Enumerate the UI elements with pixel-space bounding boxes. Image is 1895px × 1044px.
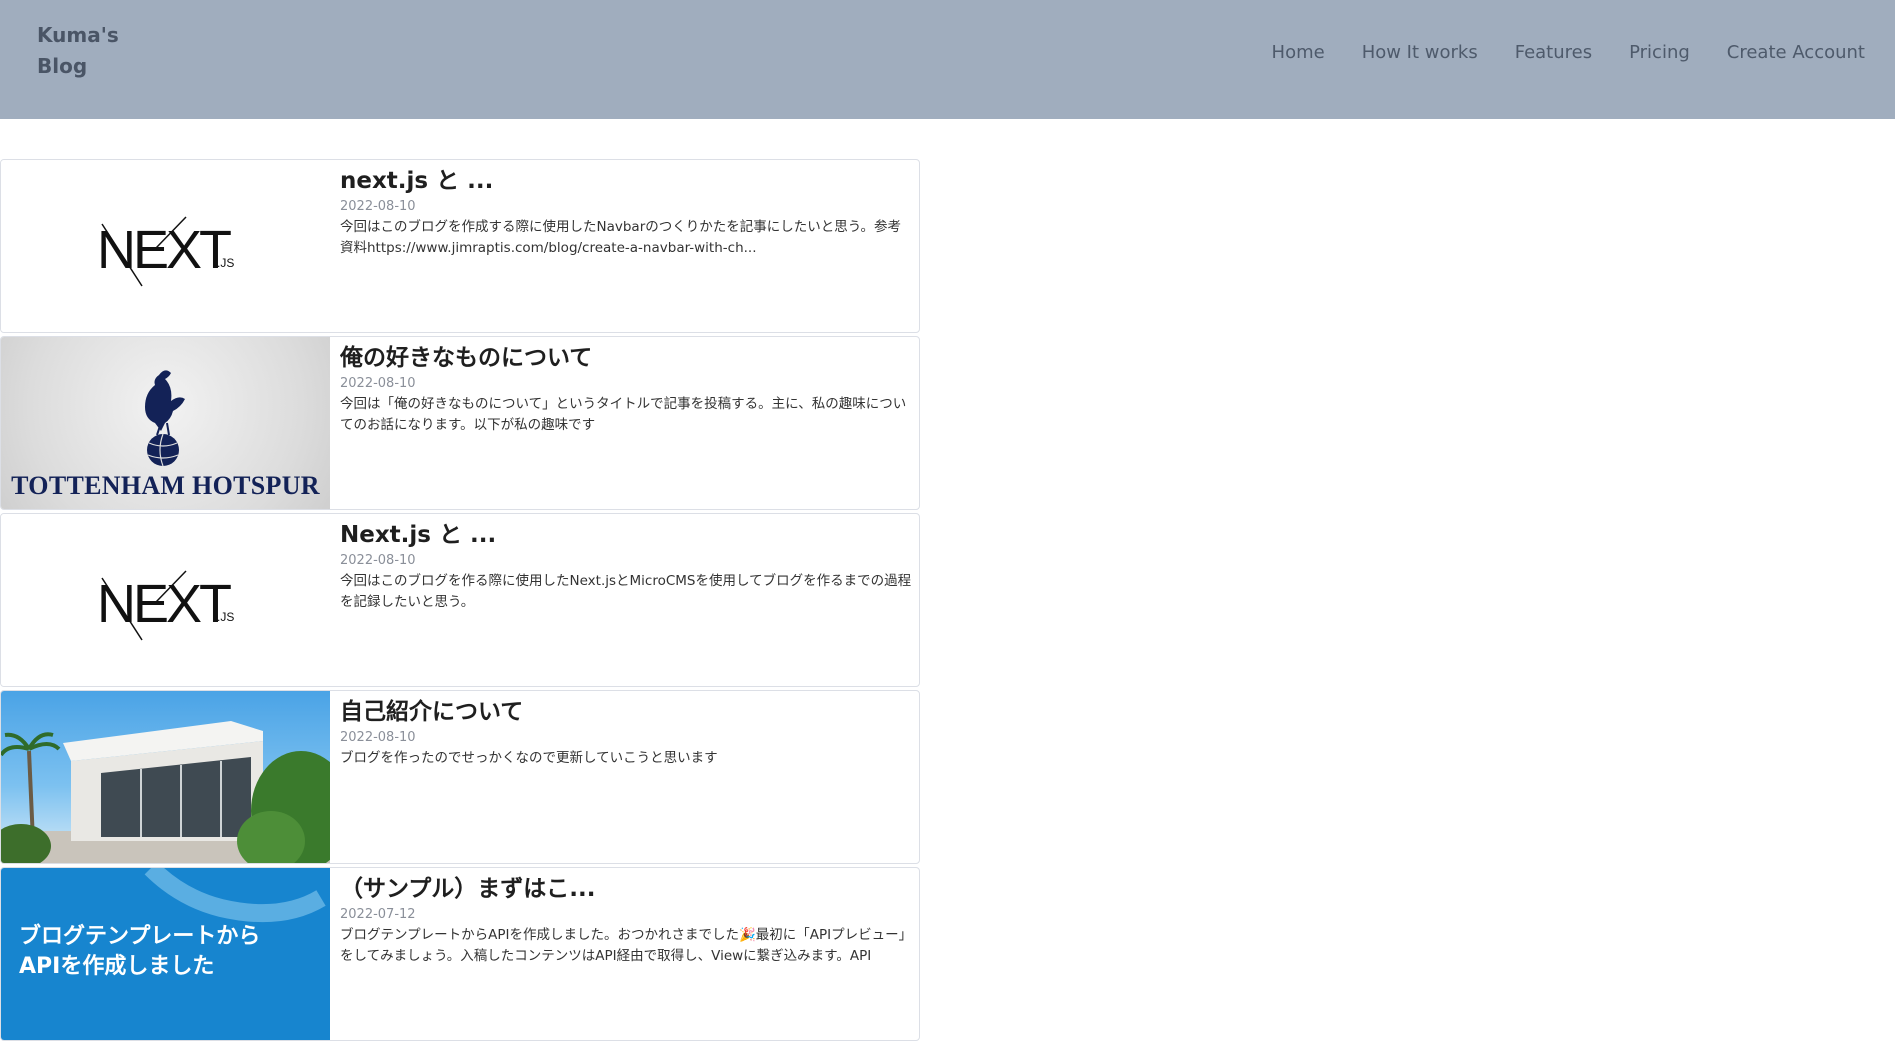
post-body: （サンプル）まずはこ... 2022-07-12 ブログテンプレートからAPIを… xyxy=(340,874,913,967)
nav-link-pricing[interactable]: Pricing xyxy=(1629,42,1690,63)
nav-link-features[interactable]: Features xyxy=(1515,42,1592,63)
post-title[interactable]: 俺の好きなものについて xyxy=(340,343,913,373)
post-thumbnail[interactable]: TOTTENHAM HOTSPUR xyxy=(1,337,330,509)
nav-link-how-it-works[interactable]: How It works xyxy=(1362,42,1478,63)
nextjs-logo-word: NEXT xyxy=(97,574,231,634)
nextjs-logo-icon: NEXT .JS xyxy=(97,570,234,641)
tottenham-wordmark: TOTTENHAM HOTSPUR xyxy=(11,471,320,500)
post-card[interactable]: TOTTENHAM HOTSPUR 俺の好きなものについて 2022-08-10… xyxy=(0,336,920,510)
nav-link-create-account[interactable]: Create Account xyxy=(1727,42,1865,63)
post-excerpt: 今回は「俺の好きなものについて」というタイトルで記事を投稿する。主に、私の趣味に… xyxy=(340,396,907,433)
nextjs-logo-sub: .JS xyxy=(217,256,234,270)
post-card[interactable]: ブログテンプレートから APIを作成しました （サンプル）まずはこ... 202… xyxy=(0,867,920,1041)
top-navbar: Kuma's Blog Home How It works Features P… xyxy=(0,0,1895,119)
post-thumbnail[interactable]: NEXT .JS xyxy=(1,514,330,686)
post-body: next.js と ... 2022-08-10 今回はこのブログを作成する際に… xyxy=(340,166,913,259)
nextjs-logo-icon: NEXT .JS xyxy=(97,216,234,287)
post-body: 俺の好きなものについて 2022-08-10 今回は「俺の好きなものについて」と… xyxy=(340,343,913,436)
thumbnail-caption-line-2: APIを作成しました xyxy=(19,954,215,979)
post-excerpt: 今回はこのブログを作る際に使用したNext.jsとMicroCMSを使用してブロ… xyxy=(340,573,912,610)
post-date: 2022-08-10 xyxy=(340,730,416,745)
post-card[interactable]: NEXT .JS Next.js と ... 2022-08-10 今回はこのブ… xyxy=(0,513,920,687)
brand-line-2[interactable]: Blog xyxy=(37,51,127,82)
brand-line-1[interactable]: Kuma's xyxy=(37,20,127,51)
post-date: 2022-08-10 xyxy=(340,199,416,214)
post-body: 自己紹介について 2022-08-10 ブログを作ったのでせっかくなので更新して… xyxy=(340,697,913,769)
post-title[interactable]: next.js と ... xyxy=(340,166,913,196)
post-date: 2022-08-10 xyxy=(340,553,416,568)
post-excerpt: ブログを作ったのでせっかくなので更新していこうと思います xyxy=(340,750,718,766)
post-title[interactable]: 自己紹介について xyxy=(340,697,913,727)
post-body: Next.js と ... 2022-08-10 今回はこのブログを作る際に使用… xyxy=(340,520,913,613)
post-thumbnail[interactable] xyxy=(1,691,330,863)
nav-link-home[interactable]: Home xyxy=(1272,42,1325,63)
post-title[interactable]: （サンプル）まずはこ... xyxy=(340,874,913,904)
nextjs-logo-word: NEXT xyxy=(97,220,231,280)
post-excerpt: 今回はこのブログを作成する際に使用したNavbarのつくりかたを記事にしたいと思… xyxy=(340,219,901,256)
post-date: 2022-07-12 xyxy=(340,907,416,922)
post-excerpt: ブログテンプレートからAPIを作成しました。おつかれさまでした🎉最初に「APIプ… xyxy=(340,927,913,964)
post-thumbnail[interactable]: NEXT .JS xyxy=(1,160,330,332)
nextjs-logo-sub: .JS xyxy=(217,610,234,624)
house-photo-icon xyxy=(1,721,330,863)
post-title[interactable]: Next.js と ... xyxy=(340,520,913,550)
site-logo[interactable]: Kuma's Blog xyxy=(37,20,127,82)
post-thumbnail[interactable]: ブログテンプレートから APIを作成しました xyxy=(1,868,330,1040)
thumbnail-caption: ブログテンプレートから APIを作成しました xyxy=(19,922,319,982)
thumbnail-caption-line-1: ブログテンプレートから xyxy=(19,924,261,949)
post-card[interactable]: NEXT .JS next.js と ... 2022-08-10 今回はこのブ… xyxy=(0,159,920,333)
post-card[interactable]: 自己紹介について 2022-08-10 ブログを作ったのでせっかくなので更新して… xyxy=(0,690,920,864)
post-list: NEXT .JS next.js と ... 2022-08-10 今回はこのブ… xyxy=(0,159,920,1044)
nav-menu: Home How It works Features Pricing Creat… xyxy=(1235,38,1865,66)
post-date: 2022-08-10 xyxy=(340,376,416,391)
